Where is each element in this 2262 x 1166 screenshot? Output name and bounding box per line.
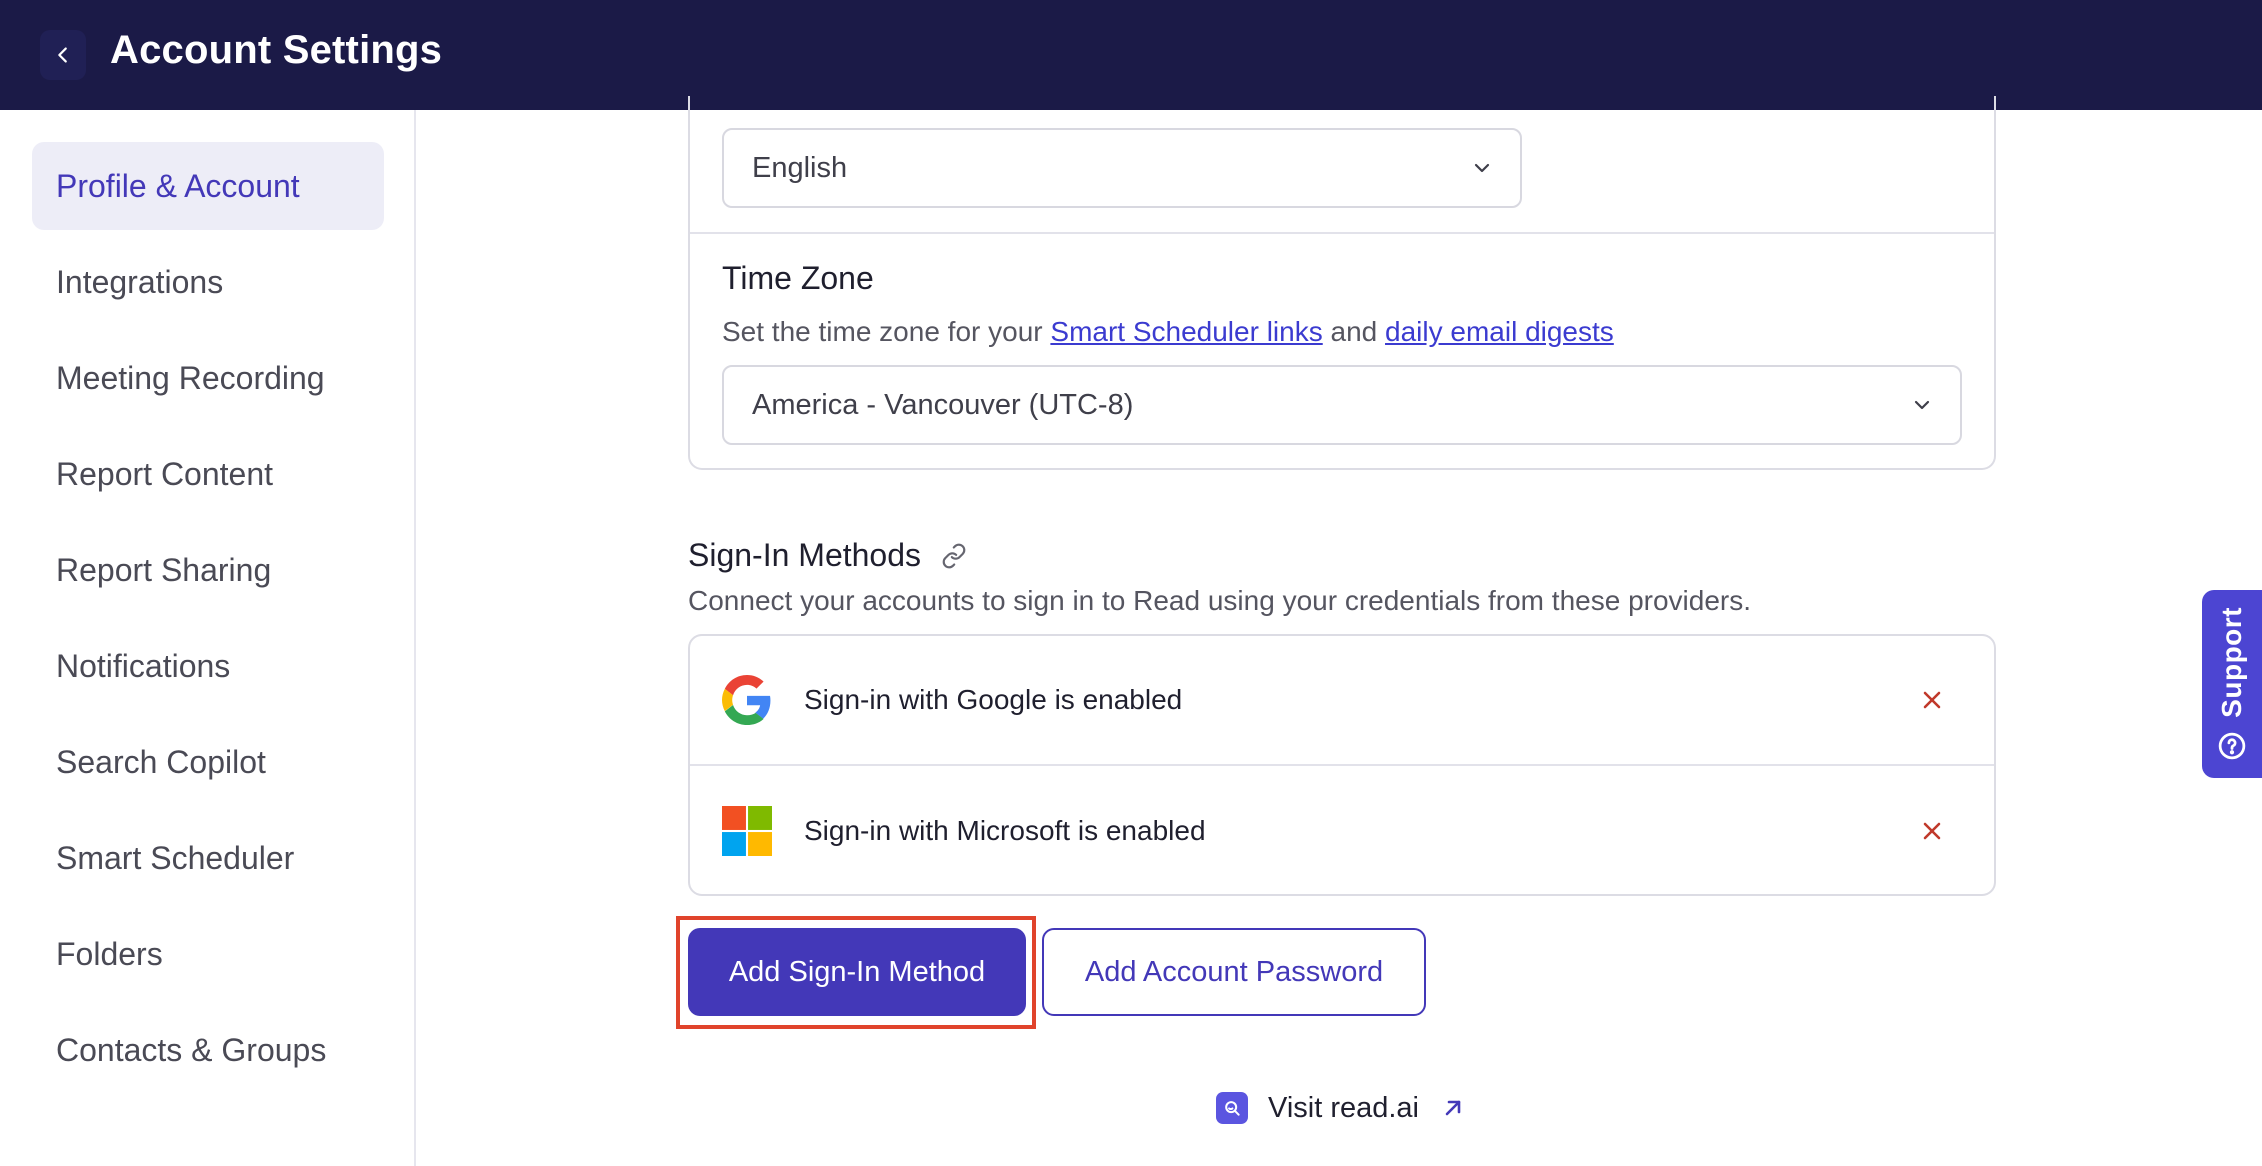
- back-button[interactable]: [40, 30, 86, 80]
- settings-sidebar: Profile & Account Integrations Meeting R…: [0, 110, 416, 1166]
- language-select[interactable]: English: [722, 128, 1522, 208]
- sidebar-item-search-copilot[interactable]: Search Copilot: [32, 718, 384, 806]
- add-sign-in-method-button[interactable]: Add Sign-In Method: [688, 928, 1026, 1016]
- timezone-select[interactable]: America - Vancouver (UTC-8): [722, 365, 1962, 445]
- sidebar-item-contacts-groups[interactable]: Contacts & Groups: [32, 1006, 384, 1094]
- sign-in-methods-description: Connect your accounts to sign in to Read…: [688, 585, 1752, 616]
- close-icon: [1923, 822, 1941, 840]
- add-account-password-button[interactable]: Add Account Password: [1042, 928, 1426, 1016]
- close-icon: [1923, 691, 1941, 709]
- remove-google-button[interactable]: [1918, 686, 1946, 714]
- sidebar-item-report-content[interactable]: Report Content: [32, 430, 384, 518]
- read-ai-logo-icon: [1216, 1092, 1248, 1124]
- provider-row-google: Sign-in with Google is enabled: [690, 636, 1994, 766]
- page-title: Account Settings: [110, 28, 443, 72]
- timezone-title: Time Zone: [722, 260, 874, 296]
- sign-in-methods-title-text: Sign-In Methods: [688, 537, 922, 573]
- timezone-select-value: America - Vancouver (UTC-8): [752, 388, 1134, 421]
- timezone-desc-mid: and: [1322, 316, 1386, 347]
- sidebar-item-profile-account[interactable]: Profile & Account: [32, 142, 384, 230]
- timezone-description: Set the time zone for your Smart Schedul…: [722, 316, 1614, 348]
- support-label: Support: [2216, 606, 2247, 718]
- remove-microsoft-button[interactable]: [1918, 817, 1946, 845]
- external-arrow-icon: [1445, 1100, 1461, 1116]
- visit-read-ai-label: Visit read.ai: [1268, 1091, 1419, 1124]
- sidebar-item-meeting-recording[interactable]: Meeting Recording: [32, 334, 384, 422]
- sign-in-providers-list: Sign-in with Google is enabled Sign-in w…: [688, 634, 1996, 896]
- support-tab[interactable]: Support: [2202, 590, 2262, 778]
- chevron-down-icon: [1914, 400, 1930, 410]
- smart-scheduler-links-link[interactable]: Smart Scheduler links: [1050, 316, 1322, 347]
- visit-read-ai-link[interactable]: Visit read.ai: [1216, 1088, 1465, 1128]
- timezone-desc-prefix: Set the time zone for your: [722, 316, 1051, 347]
- top-header: Account Settings: [0, 0, 2262, 110]
- link-icon[interactable]: [941, 543, 967, 569]
- sidebar-item-smart-scheduler[interactable]: Smart Scheduler: [32, 814, 384, 902]
- sign-in-methods-title: Sign-In Methods: [688, 537, 967, 574]
- sidebar-item-notifications[interactable]: Notifications: [32, 622, 384, 710]
- google-icon: [722, 675, 771, 725]
- daily-email-digests-link[interactable]: daily email digests: [1385, 316, 1614, 347]
- sidebar-item-folders[interactable]: Folders: [32, 910, 384, 998]
- language-select-value: English: [752, 151, 848, 184]
- chevron-left-icon: [58, 47, 67, 63]
- microsoft-icon: [722, 806, 772, 856]
- provider-row-microsoft: Sign-in with Microsoft is enabled: [690, 766, 1994, 896]
- sidebar-item-report-sharing[interactable]: Report Sharing: [32, 526, 384, 614]
- google-provider-label: Sign-in with Google is enabled: [804, 684, 1183, 715]
- help-circle-icon: [2218, 733, 2246, 760]
- chevron-down-icon: [1474, 163, 1490, 173]
- card-divider: [690, 232, 1994, 234]
- sidebar-item-integrations[interactable]: Integrations: [32, 238, 384, 326]
- microsoft-provider-label: Sign-in with Microsoft is enabled: [804, 815, 1206, 846]
